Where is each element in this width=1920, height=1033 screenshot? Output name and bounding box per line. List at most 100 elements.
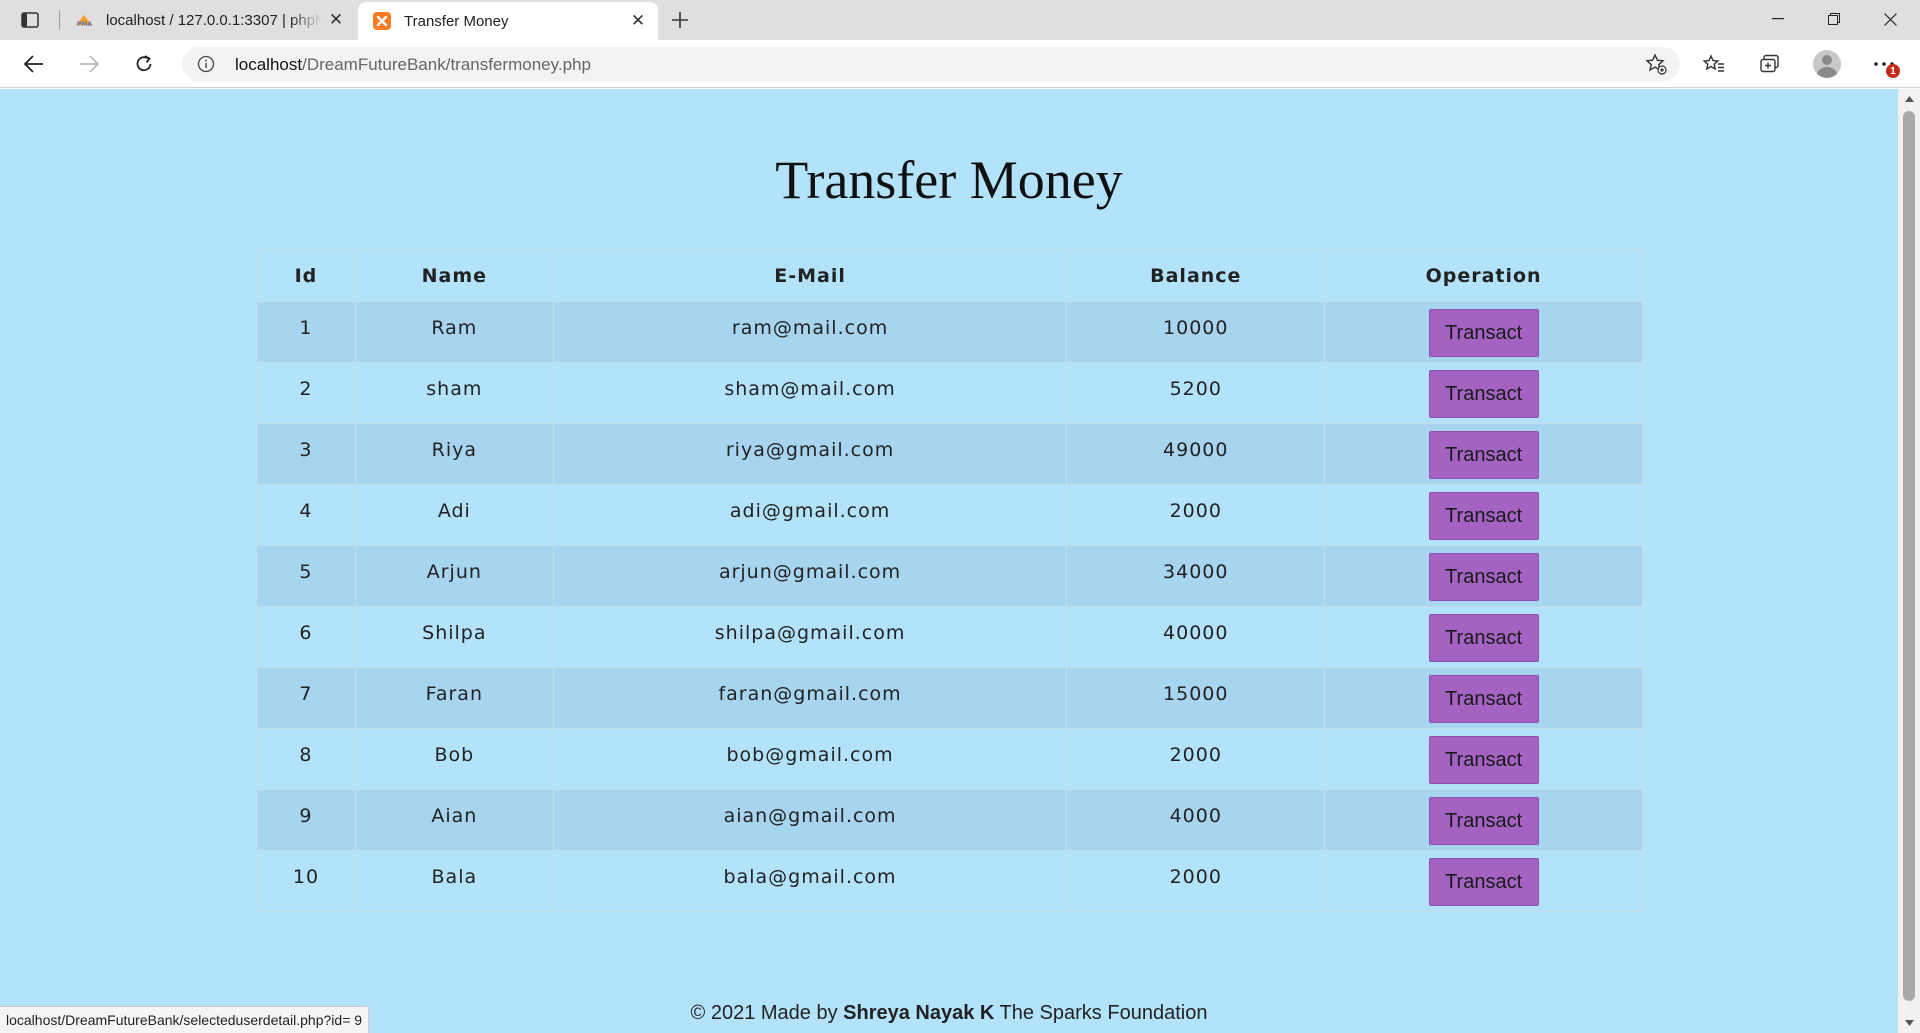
column-header-id: Id	[256, 249, 356, 302]
cell-operation: Transact	[1324, 362, 1643, 424]
cell-id: 4	[256, 484, 356, 546]
cell-name: Shilpa	[354, 606, 554, 668]
restore-icon[interactable]	[1806, 0, 1862, 38]
close-icon[interactable]: ✕	[322, 6, 350, 34]
collections-icon[interactable]	[1752, 48, 1788, 80]
close-window-icon[interactable]	[1862, 0, 1918, 38]
address-bar[interactable]: localhost/DreamFutureBank/transfermoney.…	[182, 47, 1680, 81]
settings-menu-icon[interactable]: 1	[1866, 48, 1902, 80]
table-body: 1 Ram ram@mail.com 10000 Transact 2 sham sham@m…	[256, 301, 1643, 912]
transact-button[interactable]: Transact	[1428, 614, 1539, 662]
url-text: localhost/DreamFutureBank/transfermoney.…	[235, 55, 591, 75]
table-row: 7 Faran faran@gmail.com 15000 Transact	[256, 667, 1643, 729]
scroll-up-arrow-icon[interactable]	[1898, 91, 1920, 107]
cell-name: Bala	[354, 850, 554, 912]
minimize-icon[interactable]	[1750, 0, 1806, 38]
cell-email: sham@mail.com	[552, 362, 1068, 424]
profile-avatar[interactable]	[1809, 48, 1845, 80]
cell-name: Bob	[354, 728, 554, 790]
transact-button[interactable]: Transact	[1428, 858, 1539, 906]
cell-balance: 2000	[1066, 484, 1326, 546]
tab-transfer-money[interactable]: Transfer Money ✕	[358, 2, 658, 40]
cell-operation: Transact	[1324, 789, 1643, 851]
cell-name: sham	[354, 362, 554, 424]
cell-operation: Transact	[1324, 850, 1643, 912]
cell-operation: Transact	[1324, 423, 1643, 485]
footer-author: Shreya Nayak K	[843, 1002, 995, 1024]
table-row: 10 Bala bala@gmail.com 2000 Transact	[256, 850, 1643, 912]
avatar	[1813, 50, 1841, 78]
table-row: 1 Ram ram@mail.com 10000 Transact	[256, 301, 1643, 363]
cell-email: riya@gmail.com	[552, 423, 1068, 485]
transact-button[interactable]: Transact	[1428, 370, 1539, 418]
footer-prefix: © 2021 Made by	[690, 1002, 844, 1024]
cell-balance: 49000	[1066, 423, 1326, 485]
cell-email: aian@gmail.com	[552, 789, 1068, 851]
column-header-email: E-Mail	[552, 249, 1068, 302]
cell-email: bob@gmail.com	[552, 728, 1068, 790]
cell-balance: 2000	[1066, 728, 1326, 790]
transact-button[interactable]: Transact	[1428, 797, 1539, 845]
accounts-table: Id Name E-Mail Balance Operation 1 Ram ram…	[256, 249, 1643, 912]
transact-button[interactable]: Transact	[1428, 431, 1539, 479]
cell-name: Faran	[354, 667, 554, 729]
notification-badge: 1	[1886, 64, 1900, 78]
cell-email: ram@mail.com	[552, 301, 1068, 363]
cell-operation: Transact	[1324, 545, 1643, 607]
column-header-balance: Balance	[1066, 249, 1326, 302]
cell-id: 2	[256, 362, 356, 424]
table-header-row: Id Name E-Mail Balance Operation	[256, 249, 1643, 302]
cell-balance: 15000	[1066, 667, 1326, 729]
status-bar-url: localhost/DreamFutureBank/selecteduserde…	[0, 1006, 370, 1033]
back-arrow-icon[interactable]	[16, 48, 52, 80]
table-row: 2 sham sham@mail.com 5200 Transact	[256, 362, 1643, 424]
cell-id: 9	[256, 789, 356, 851]
table-row: 3 Riya riya@gmail.com 49000 Transact	[256, 423, 1643, 485]
url-host: localhost	[235, 55, 303, 74]
cell-balance: 4000	[1066, 789, 1326, 851]
cell-balance: 40000	[1066, 606, 1326, 668]
close-icon[interactable]: ✕	[624, 7, 652, 35]
transact-button[interactable]: Transact	[1428, 492, 1539, 540]
cell-email: shilpa@gmail.com	[552, 606, 1068, 668]
table-row: 5 Arjun arjun@gmail.com 34000 Transact	[256, 545, 1643, 607]
cell-id: 1	[256, 301, 356, 363]
cell-id: 5	[256, 545, 356, 607]
cell-name: Arjun	[354, 545, 554, 607]
transact-button[interactable]: Transact	[1428, 736, 1539, 784]
transact-button[interactable]: Transact	[1428, 309, 1539, 357]
cell-operation: Transact	[1324, 484, 1643, 546]
svg-text:PMA: PMA	[77, 21, 92, 27]
cell-email: adi@gmail.com	[552, 484, 1068, 546]
cell-name: Ram	[354, 301, 554, 363]
cell-id: 7	[256, 667, 356, 729]
vertical-scrollbar[interactable]	[1898, 89, 1920, 1033]
tab-phpmyadmin[interactable]: PMA localhost / 127.0.0.1:3307 | phpMyAd…	[60, 0, 356, 40]
cell-id: 8	[256, 728, 356, 790]
tab-actions-icon[interactable]	[14, 8, 46, 32]
cell-name: Riya	[354, 423, 554, 485]
xampp-icon	[372, 11, 392, 31]
transact-button[interactable]: Transact	[1428, 675, 1539, 723]
navigation-toolbar: localhost/DreamFutureBank/transfermoney.…	[0, 40, 1920, 88]
cell-email: bala@gmail.com	[552, 850, 1068, 912]
cell-operation: Transact	[1324, 301, 1643, 363]
refresh-icon[interactable]	[126, 48, 162, 80]
cell-id: 10	[256, 850, 356, 912]
site-info-icon[interactable]	[196, 54, 216, 74]
cell-email: faran@gmail.com	[552, 667, 1068, 729]
cell-balance: 34000	[1066, 545, 1326, 607]
table-row: 6 Shilpa shilpa@gmail.com 40000 Transact	[256, 606, 1643, 668]
add-favorite-icon[interactable]	[1644, 53, 1668, 75]
cell-id: 6	[256, 606, 356, 668]
transact-button[interactable]: Transact	[1428, 553, 1539, 601]
page-title: Transfer Money	[775, 150, 1123, 210]
cell-id: 3	[256, 423, 356, 485]
phpmyadmin-icon: PMA	[74, 10, 94, 30]
scroll-down-arrow-icon[interactable]	[1898, 1015, 1920, 1031]
scrollbar-thumb[interactable]	[1903, 111, 1915, 1001]
cell-operation: Transact	[1324, 667, 1643, 729]
new-tab-button[interactable]	[664, 6, 696, 34]
favorites-icon[interactable]	[1696, 48, 1732, 80]
column-header-operation: Operation	[1324, 249, 1643, 302]
